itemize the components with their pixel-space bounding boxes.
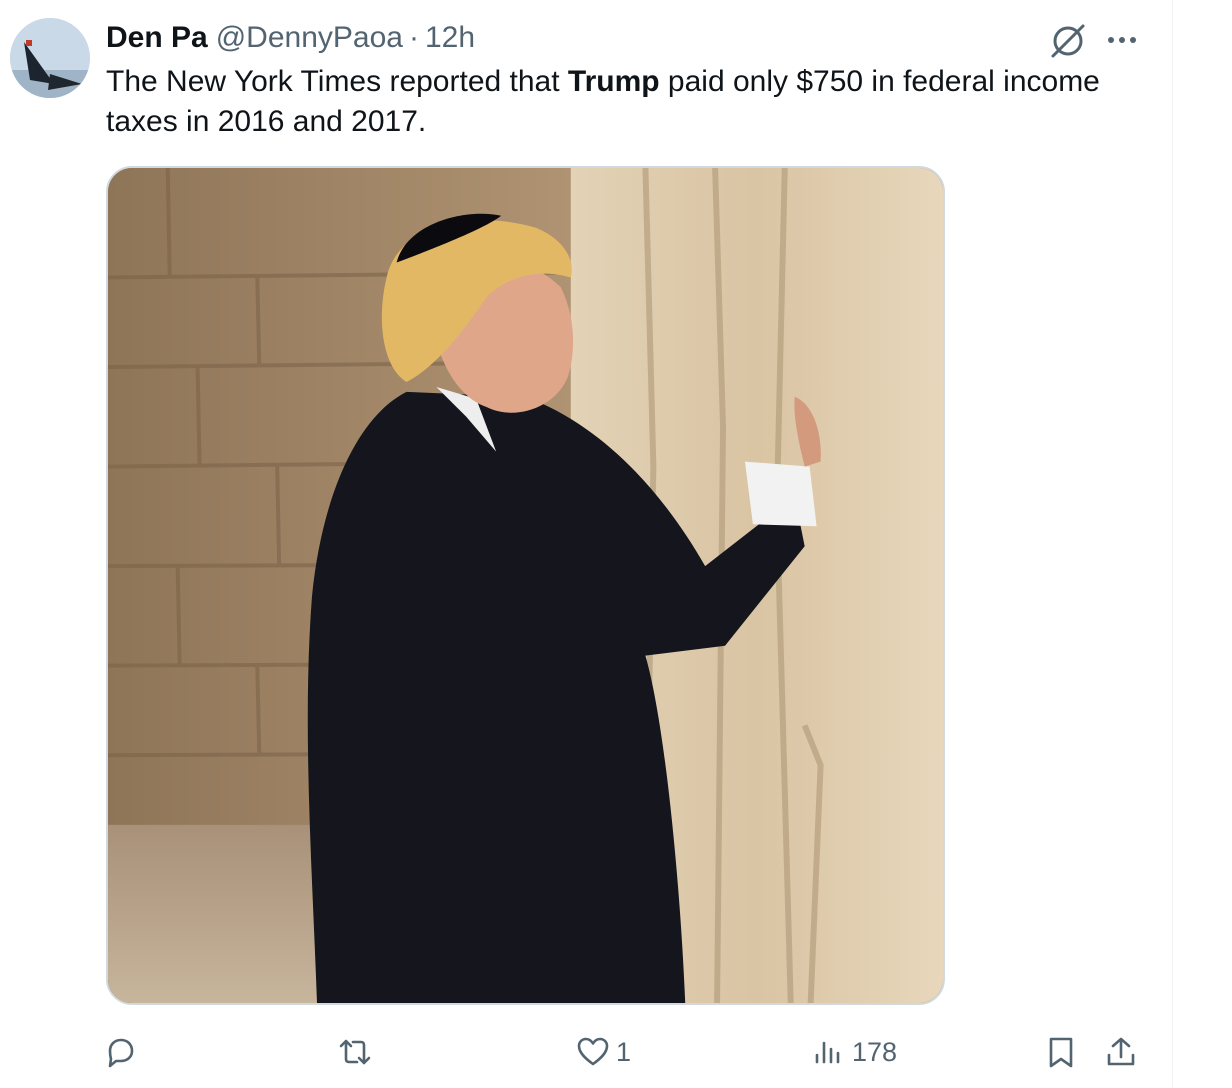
more-icon[interactable] <box>1102 22 1142 58</box>
tweet-actions: 1 178 <box>0 1026 1232 1078</box>
like-count: 1 <box>616 1036 632 1067</box>
avatar[interactable] <box>10 18 90 98</box>
retweet-button[interactable] <box>338 1026 378 1078</box>
sailboat-avatar-image <box>10 18 90 98</box>
retweet-icon <box>338 1035 372 1069</box>
share-button[interactable] <box>1104 1026 1138 1078</box>
reply-icon <box>104 1035 138 1069</box>
share-icon <box>1104 1035 1138 1069</box>
tweet-text: The New York Times reported that Trump p… <box>106 62 1146 142</box>
author-handle[interactable]: @DennyPaoa <box>216 21 403 55</box>
reply-button[interactable] <box>104 1026 144 1078</box>
author-name[interactable]: Den Pa <box>106 21 208 55</box>
tweet-text-bold: Trump <box>567 65 660 98</box>
timestamp[interactable]: 12h <box>425 21 475 55</box>
timeline-border <box>1172 0 1173 1088</box>
like-button[interactable]: 1 <box>576 1026 631 1078</box>
views-button[interactable]: 178 <box>812 1026 897 1078</box>
tweet-text-part: The New York Times reported that <box>106 65 568 98</box>
tweet-header: Den Pa @DennyPaoa · 12h <box>106 20 475 56</box>
bookmark-icon <box>1044 1035 1078 1069</box>
views-icon <box>812 1035 846 1069</box>
tweet-photo[interactable] <box>106 166 945 1005</box>
bookmark-button[interactable] <box>1044 1026 1078 1078</box>
separator-dot: · <box>408 21 419 54</box>
grok-icon[interactable] <box>1048 20 1088 60</box>
photo-man-at-stone-wall <box>108 168 943 1003</box>
views-count: 178 <box>852 1036 898 1067</box>
heart-icon <box>576 1035 610 1069</box>
